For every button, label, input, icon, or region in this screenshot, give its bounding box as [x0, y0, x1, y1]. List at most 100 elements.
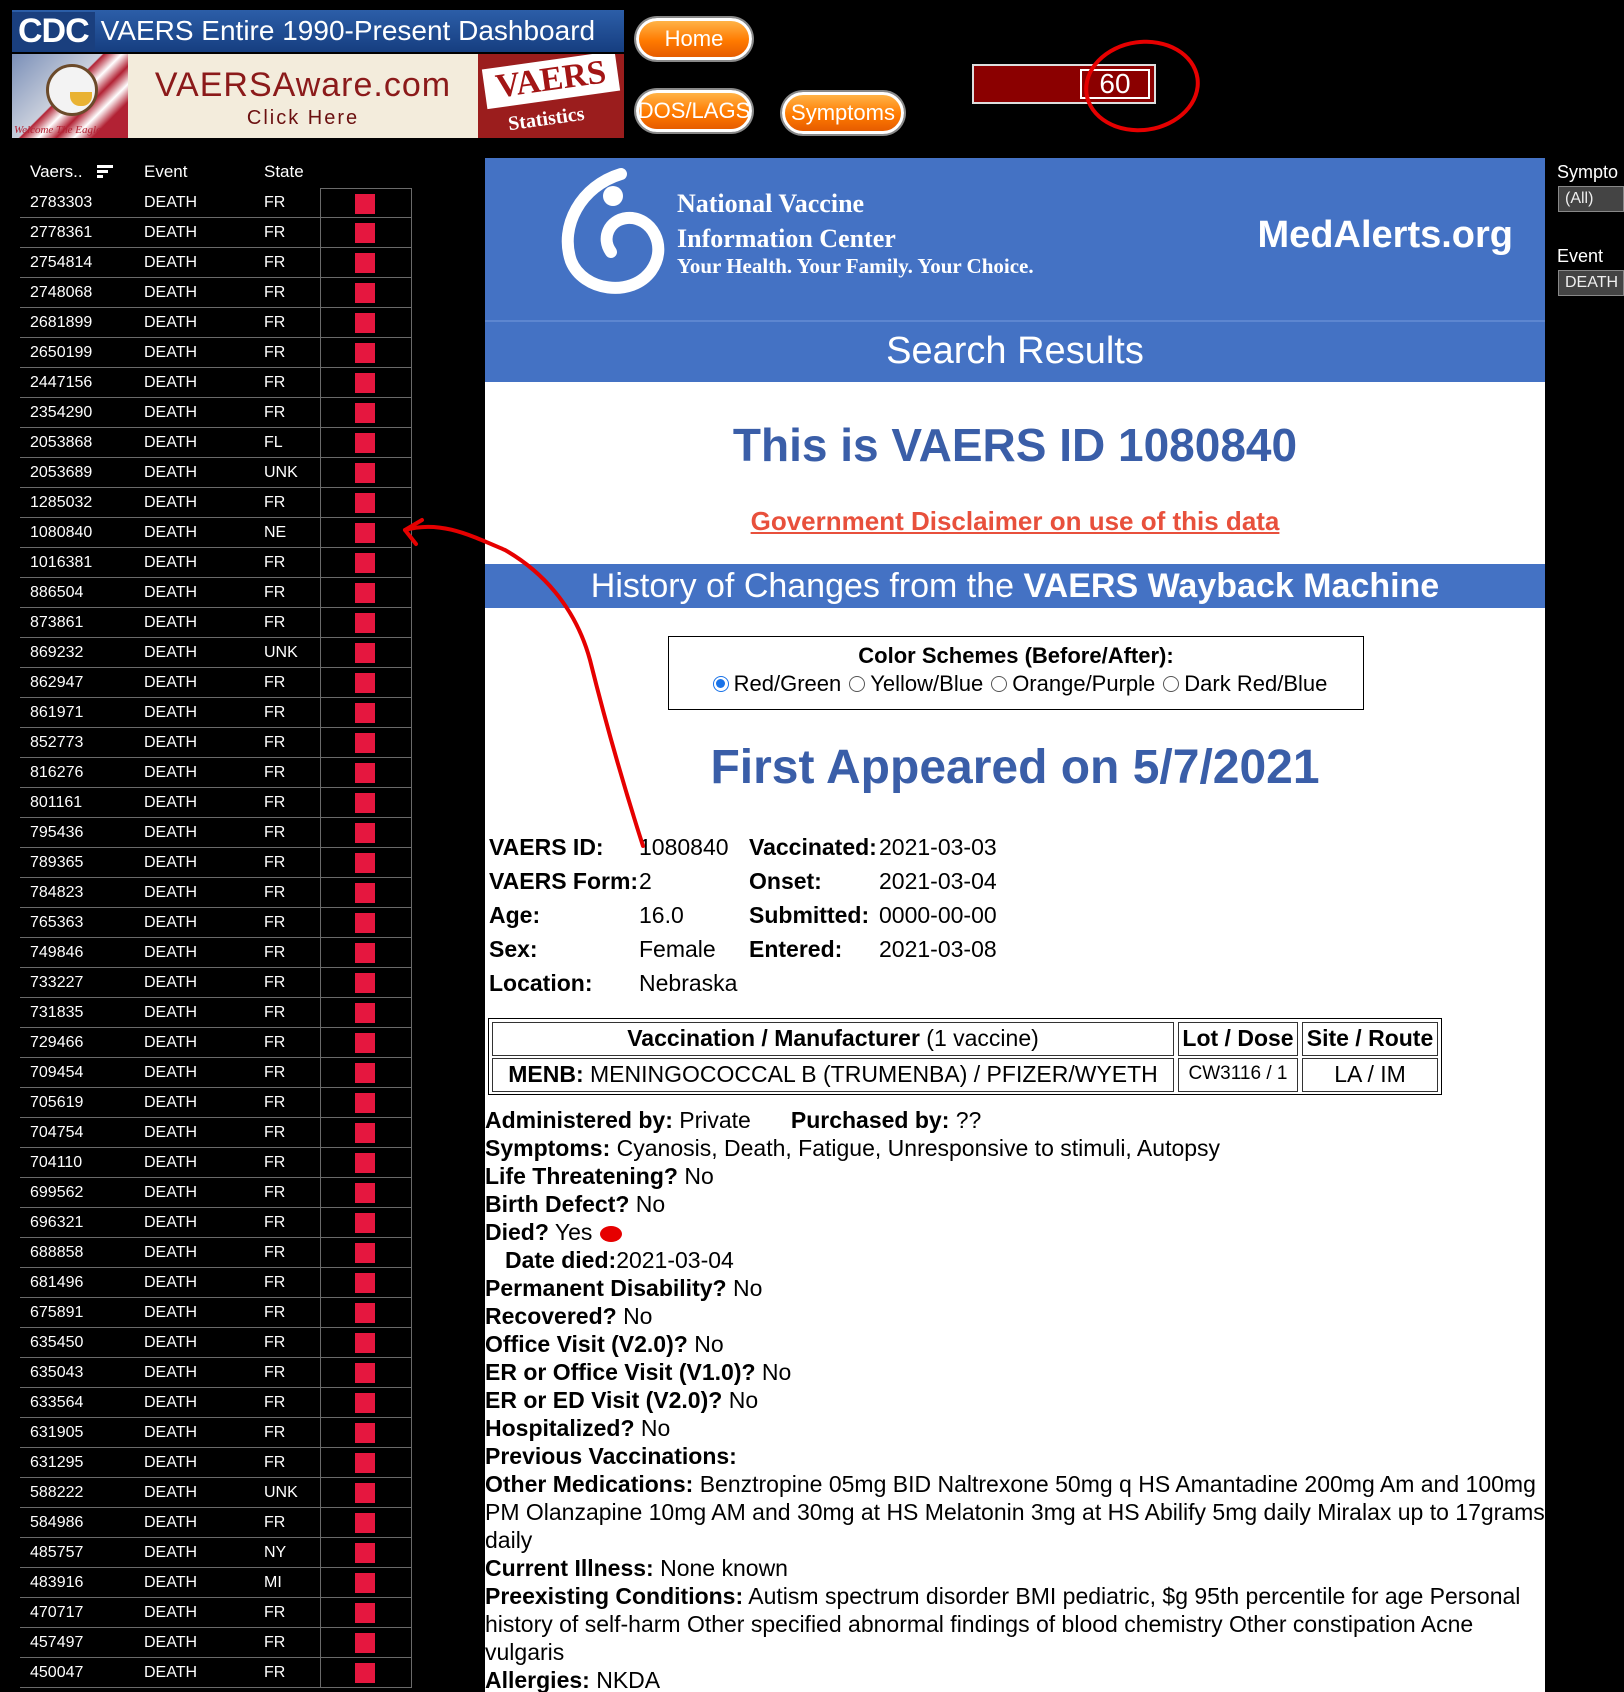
list-row[interactable]: 2748068 DEATH FR: [20, 278, 412, 308]
list-row[interactable]: 749846 DEATH FR: [20, 938, 412, 968]
label-dark-red-blue[interactable]: Dark Red/Blue: [1184, 671, 1327, 697]
red-square-marker[interactable]: [355, 763, 375, 783]
row-vaers-id[interactable]: 733227: [30, 974, 83, 992]
red-square-marker[interactable]: [355, 313, 375, 333]
red-square-marker[interactable]: [355, 1153, 375, 1173]
list-row[interactable]: 765363 DEATH FR: [20, 908, 412, 938]
row-vaers-id[interactable]: 873861: [30, 614, 83, 632]
red-square-marker[interactable]: [355, 253, 375, 273]
list-row[interactable]: 696321 DEATH FR: [20, 1208, 412, 1238]
row-vaers-id[interactable]: 631295: [30, 1454, 83, 1472]
list-row[interactable]: 852773 DEATH FR: [20, 728, 412, 758]
list-row[interactable]: 675891 DEATH FR: [20, 1298, 412, 1328]
row-vaers-id[interactable]: 584986: [30, 1514, 83, 1532]
red-square-marker[interactable]: [355, 1393, 375, 1413]
label-yellow-blue[interactable]: Yellow/Blue: [870, 671, 983, 697]
list-row[interactable]: 789365 DEATH FR: [20, 848, 412, 878]
red-square-marker[interactable]: [355, 1483, 375, 1503]
eagle-image[interactable]: Welcome The Eagle: [12, 54, 128, 138]
row-vaers-id[interactable]: 1285032: [30, 494, 92, 512]
list-row[interactable]: 861971 DEATH FR: [20, 698, 412, 728]
row-vaers-id[interactable]: 675891: [30, 1304, 83, 1322]
red-square-marker[interactable]: [355, 1333, 375, 1353]
row-vaers-id[interactable]: 688858: [30, 1244, 83, 1262]
red-square-marker[interactable]: [355, 343, 375, 363]
label-red-green[interactable]: Red/Green: [734, 671, 842, 697]
row-vaers-id[interactable]: 784823: [30, 884, 83, 902]
list-row[interactable]: 699562 DEATH FR: [20, 1178, 412, 1208]
row-vaers-id[interactable]: 1016381: [30, 554, 92, 572]
red-square-marker[interactable]: [355, 853, 375, 873]
red-square-marker[interactable]: [355, 1543, 375, 1563]
list-row[interactable]: 873861 DEATH FR: [20, 608, 412, 638]
red-square-marker[interactable]: [355, 283, 375, 303]
list-row[interactable]: 704754 DEATH FR: [20, 1118, 412, 1148]
list-row[interactable]: 483916 DEATH MI: [20, 1568, 412, 1598]
list-row[interactable]: 2354290 DEATH FR: [20, 398, 412, 428]
list-row[interactable]: 485757 DEATH NY: [20, 1538, 412, 1568]
red-square-marker[interactable]: [355, 1363, 375, 1383]
red-square-marker[interactable]: [355, 1003, 375, 1023]
row-vaers-id[interactable]: 749846: [30, 944, 83, 962]
radio-dark-red-blue[interactable]: [1163, 676, 1180, 692]
list-row[interactable]: 733227 DEATH FR: [20, 968, 412, 998]
list-row[interactable]: 705619 DEATH FR: [20, 1088, 412, 1118]
red-square-marker[interactable]: [355, 1033, 375, 1053]
disclaimer-link[interactable]: Government Disclaimer on use of this dat…: [485, 506, 1545, 537]
header-state[interactable]: State: [264, 162, 304, 182]
row-vaers-id[interactable]: 801161: [30, 794, 82, 812]
red-square-marker[interactable]: [355, 1663, 375, 1683]
red-square-marker[interactable]: [355, 583, 375, 603]
red-square-marker[interactable]: [355, 1213, 375, 1233]
row-vaers-id[interactable]: 886504: [30, 584, 83, 602]
row-vaers-id[interactable]: 450047: [30, 1664, 83, 1682]
row-vaers-id[interactable]: 731835: [30, 1004, 83, 1022]
radio-yellow-blue[interactable]: [849, 676, 866, 692]
row-vaers-id[interactable]: 635450: [30, 1334, 83, 1352]
red-square-marker[interactable]: [355, 1633, 375, 1653]
row-vaers-id[interactable]: 704110: [30, 1154, 82, 1172]
row-vaers-id[interactable]: 633564: [30, 1394, 83, 1412]
header-event[interactable]: Event: [144, 162, 187, 182]
red-square-marker[interactable]: [355, 403, 375, 423]
list-row[interactable]: 631295 DEATH FR: [20, 1448, 412, 1478]
list-row[interactable]: 633564 DEATH FR: [20, 1388, 412, 1418]
list-row[interactable]: 2778361 DEATH FR: [20, 218, 412, 248]
row-vaers-id[interactable]: 2754814: [30, 254, 92, 272]
list-row[interactable]: 795436 DEATH FR: [20, 818, 412, 848]
red-square-marker[interactable]: [355, 1273, 375, 1293]
list-row[interactable]: 450047 DEATH FR: [20, 1658, 412, 1688]
row-vaers-id[interactable]: 2447156: [30, 374, 92, 392]
list-row[interactable]: 2053868 DEATH FL: [20, 428, 412, 458]
red-square-marker[interactable]: [355, 1123, 375, 1143]
header-vaers[interactable]: Vaers..: [30, 162, 83, 182]
dos-lags-button[interactable]: DOS/LAGS: [636, 90, 752, 132]
list-row[interactable]: 584986 DEATH FR: [20, 1508, 412, 1538]
list-row[interactable]: 2650199 DEATH FR: [20, 338, 412, 368]
red-square-marker[interactable]: [355, 1183, 375, 1203]
red-square-marker[interactable]: [355, 1603, 375, 1623]
row-vaers-id[interactable]: 2053868: [30, 434, 92, 452]
red-square-marker[interactable]: [355, 1453, 375, 1473]
list-row[interactable]: 688858 DEATH FR: [20, 1238, 412, 1268]
list-row[interactable]: 862947 DEATH FR: [20, 668, 412, 698]
row-vaers-id[interactable]: 795436: [30, 824, 83, 842]
red-square-marker[interactable]: [355, 553, 375, 573]
red-square-marker[interactable]: [355, 463, 375, 483]
red-square-marker[interactable]: [355, 913, 375, 933]
row-vaers-id[interactable]: 729466: [30, 1034, 83, 1052]
list-row[interactable]: 470717 DEATH FR: [20, 1598, 412, 1628]
row-vaers-id[interactable]: 2650199: [30, 344, 92, 362]
row-vaers-id[interactable]: 681496: [30, 1274, 83, 1292]
vaers-statistics-logo[interactable]: VAERS Statistics: [478, 54, 624, 138]
list-row[interactable]: 869232 DEATH UNK: [20, 638, 412, 668]
red-square-marker[interactable]: [355, 1513, 375, 1533]
red-square-marker[interactable]: [355, 613, 375, 633]
row-vaers-id[interactable]: 631905: [30, 1424, 83, 1442]
list-row[interactable]: 816276 DEATH FR: [20, 758, 412, 788]
event-filter-select[interactable]: DEATH: [1558, 270, 1624, 296]
vaersaware-link[interactable]: VAERSAware.com Click Here: [128, 54, 478, 138]
list-row[interactable]: 635043 DEATH FR: [20, 1358, 412, 1388]
row-vaers-id[interactable]: 2354290: [30, 404, 92, 422]
symptoms-button[interactable]: Symptoms: [782, 92, 904, 134]
